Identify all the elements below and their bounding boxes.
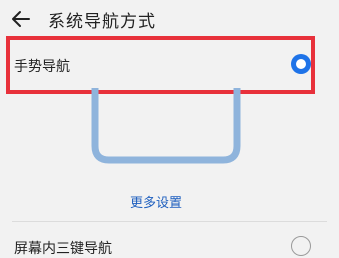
radio-unselected[interactable] — [291, 236, 311, 256]
page-title: 系统导航方式 — [48, 12, 156, 32]
header-bar: 系统导航方式 — [0, 0, 339, 38]
option-three-key-navigation[interactable]: 屏幕内三键导航 — [0, 228, 339, 258]
more-settings-link[interactable]: 更多设置 — [130, 192, 182, 211]
option-label-three-key: 屏幕内三键导航 — [14, 241, 112, 257]
phone-illustration — [91, 88, 241, 164]
arrow-left-icon[interactable] — [10, 8, 32, 30]
divider — [12, 221, 327, 222]
highlight-box — [6, 36, 315, 94]
